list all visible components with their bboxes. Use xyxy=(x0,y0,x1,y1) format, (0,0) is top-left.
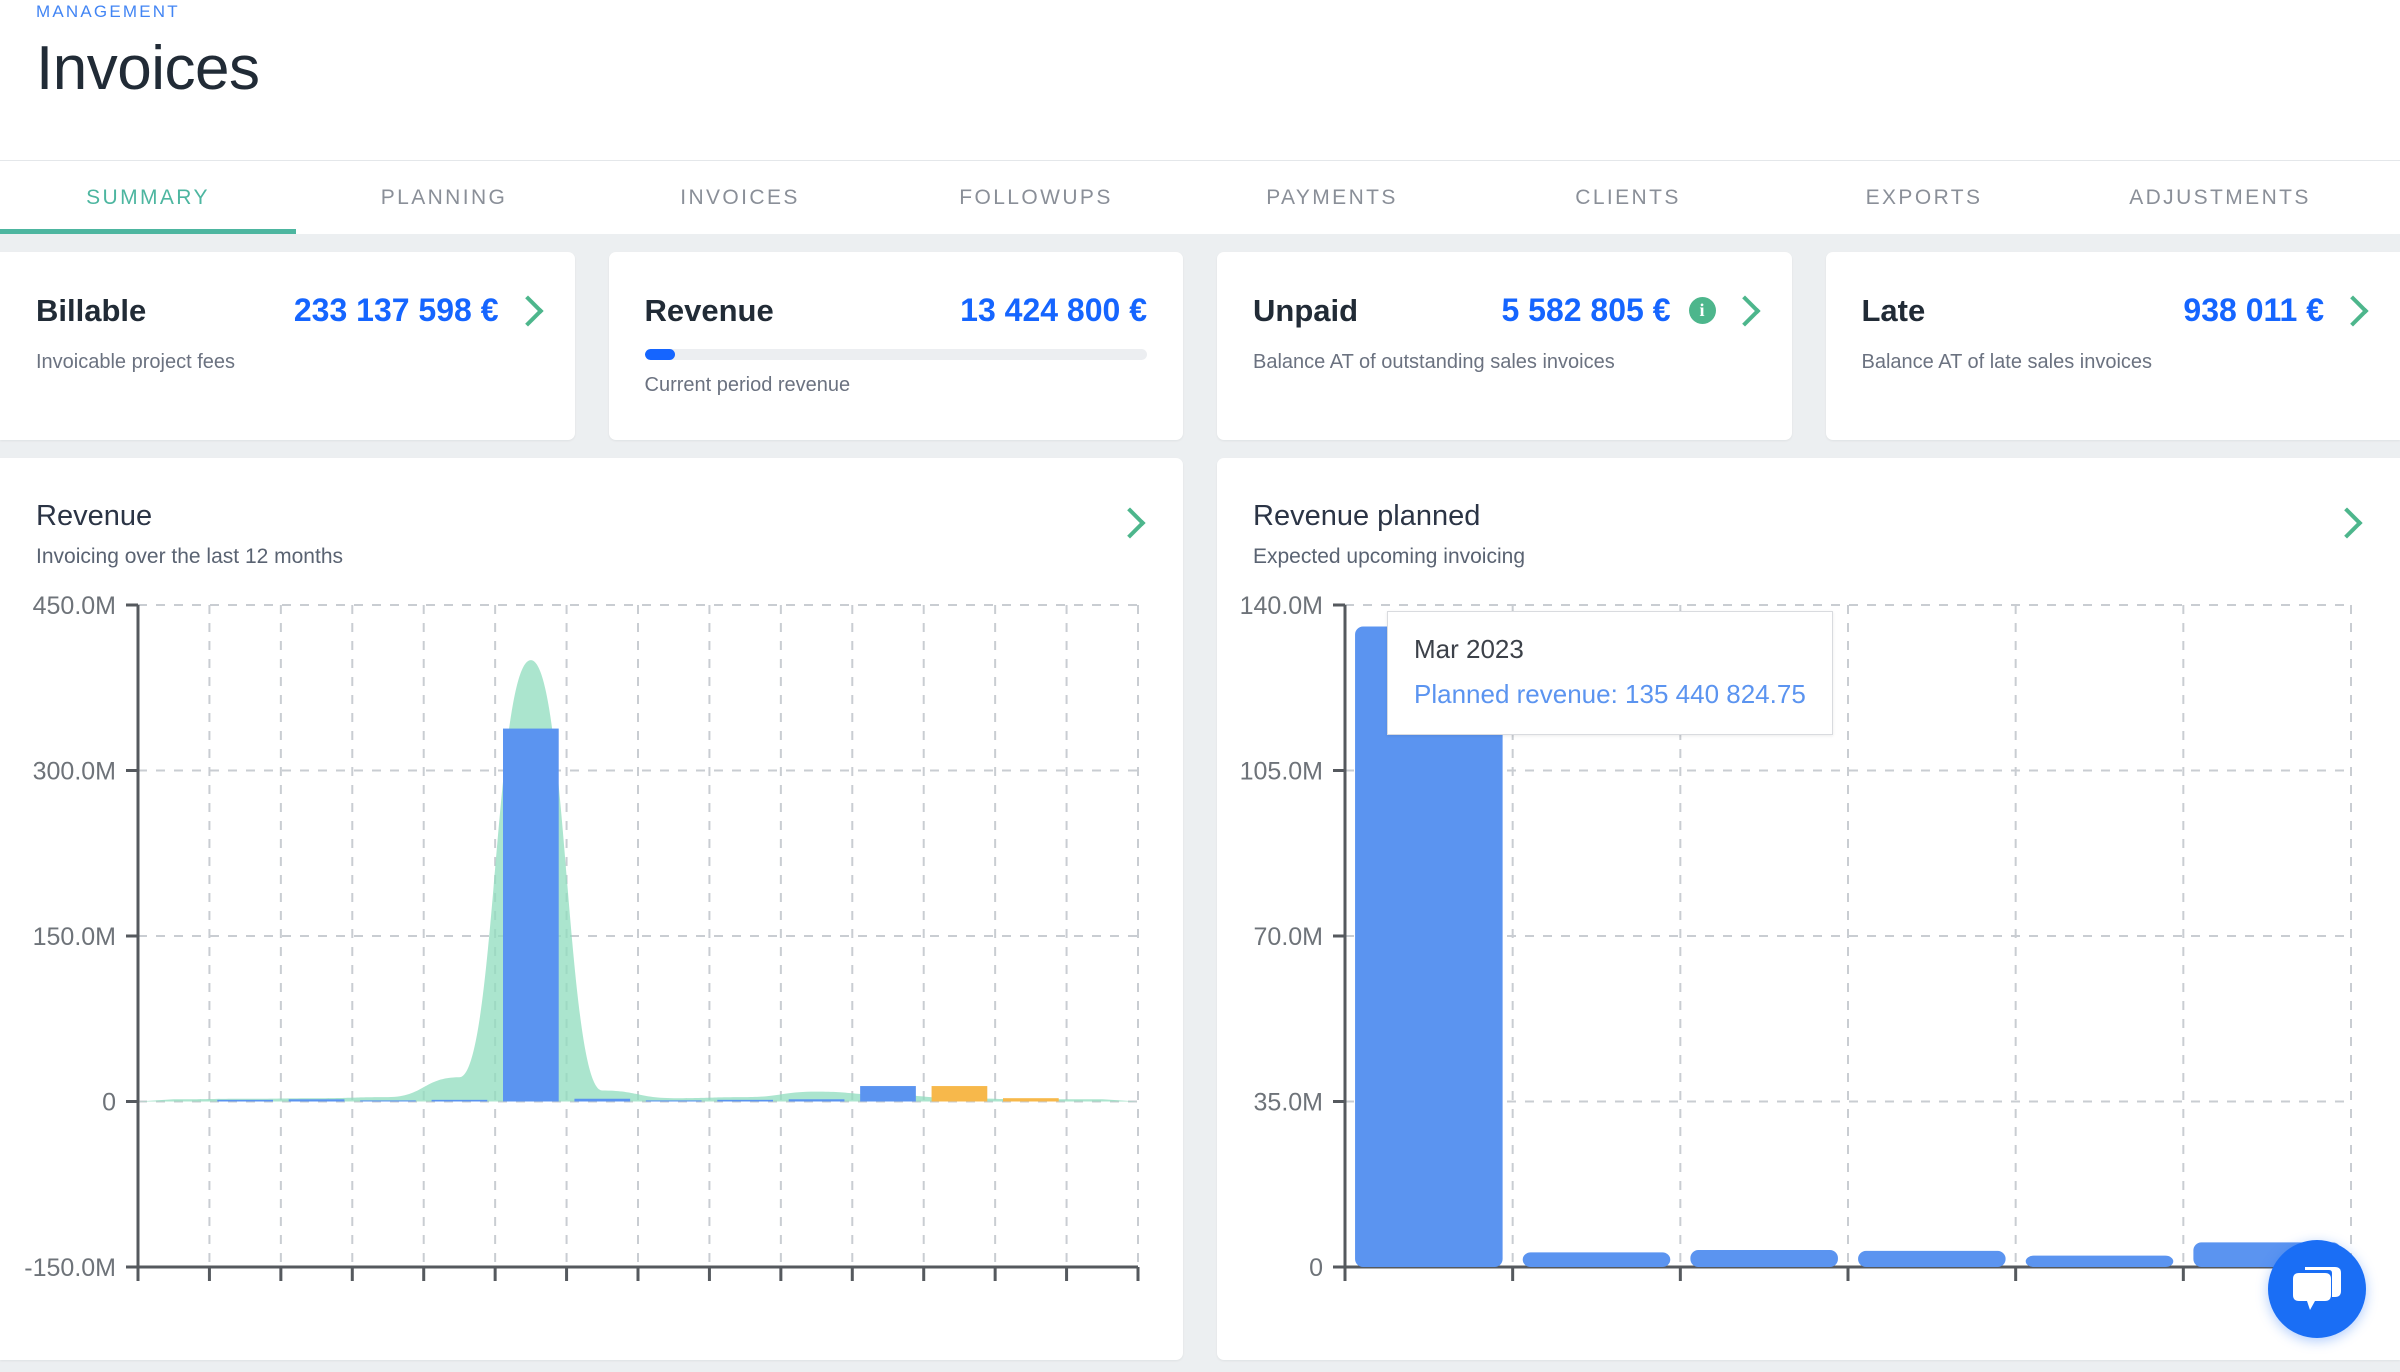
chat-bubbles-icon[interactable] xyxy=(2268,1240,2366,1338)
kpi-top-row: Revenue 13 424 800 € xyxy=(645,292,1148,329)
svg-text:105.0M: 105.0M xyxy=(1240,758,1323,786)
chevron-right-icon[interactable] xyxy=(1114,507,1146,539)
tab-label: FOLLOWUPS xyxy=(959,185,1113,209)
page-title: Invoices xyxy=(36,34,260,103)
chart-tooltip: Mar 2023 Planned revenue: 135 440 824.75 xyxy=(1387,611,1833,735)
revenue-planned-chart-card[interactable]: Revenue planned Expected upcoming invoic… xyxy=(1217,458,2400,1360)
chart-bar xyxy=(360,1100,416,1102)
tab-followups[interactable]: FOLLOWUPS xyxy=(888,161,1184,234)
kpi-label: Revenue xyxy=(644,292,774,328)
kpi-card-unpaid[interactable]: Unpaid 5 582 805 € i Balance AT of outst… xyxy=(1217,252,1792,440)
svg-text:0: 0 xyxy=(102,1089,116,1117)
chat-bubbles-glyph xyxy=(2293,1267,2341,1310)
chevron-right-icon[interactable] xyxy=(511,294,544,327)
tab-payments[interactable]: PAYMENTS xyxy=(1184,161,1480,234)
tab-label: EXPORTS xyxy=(1865,185,1983,209)
kpi-value-group: 938 011 € xyxy=(2183,292,2369,329)
panel-title: Revenue xyxy=(36,500,153,532)
chart-bar xyxy=(503,728,559,1102)
tab-label: PAYMENTS xyxy=(1266,185,1398,209)
revenue-plot[interactable]: 450.0M 300.0M 150.0M 0 -150.0M xyxy=(0,591,1160,1311)
chart-bar xyxy=(574,1098,631,1102)
chart-bar xyxy=(2025,1255,2174,1267)
tab-planning[interactable]: PLANNING xyxy=(296,161,592,234)
kpi-description: Invoicable project fees xyxy=(36,351,236,373)
tab-label: ADJUSTMENTS xyxy=(2129,185,2311,209)
kpi-description: Balance AT of outstanding sales invoices xyxy=(1253,351,1615,373)
charts-row: Revenue Invoicing over the last 12 month… xyxy=(0,458,2400,1360)
kpi-value: 5 582 805 € xyxy=(1501,292,1671,328)
chart-bar xyxy=(1858,1250,2006,1267)
chart-bar xyxy=(860,1086,916,1102)
svg-text:300.0M: 300.0M xyxy=(33,758,116,786)
kpi-top-row: Billable 233 137 598 € xyxy=(36,292,544,329)
kpi-card-revenue[interactable]: Revenue 13 424 800 € Current period reve… xyxy=(608,252,1183,440)
revenue-chart-card[interactable]: Revenue Invoicing over the last 12 month… xyxy=(0,458,1183,1360)
panel-title: Revenue planned xyxy=(1253,500,1481,532)
svg-text:150.0M: 150.0M xyxy=(33,923,116,951)
chart-bar xyxy=(1690,1249,1838,1267)
chevron-right-icon[interactable] xyxy=(2337,294,2369,327)
svg-text:-150.0M: -150.0M xyxy=(24,1254,116,1282)
revenue-progress-bar xyxy=(644,349,1147,360)
chevron-right-icon[interactable] xyxy=(2331,507,2363,539)
chart-bar xyxy=(288,1099,345,1102)
revenue-planned-chart-header: Revenue planned Expected upcoming invoic… xyxy=(1217,458,2400,569)
tab-exports[interactable]: EXPORTS xyxy=(1776,161,2072,234)
kpi-label: Unpaid xyxy=(1253,292,1359,328)
chart-bar xyxy=(717,1099,773,1102)
svg-text:140.0M: 140.0M xyxy=(1240,592,1323,620)
svg-text:35.0M: 35.0M xyxy=(1254,1089,1323,1117)
kpi-top-row: Unpaid 5 582 805 € i xyxy=(1253,292,1761,329)
tooltip-value: Planned revenue: 135 440 824.75 xyxy=(1414,679,1806,709)
tab-bar: SUMMARY PLANNING INVOICES FOLLOWUPS PAYM… xyxy=(0,160,2400,234)
kpi-description: Current period revenue xyxy=(644,374,851,396)
tab-label: SUMMARY xyxy=(86,185,210,209)
page-header: MANAGEMENT Invoices xyxy=(0,0,2400,160)
svg-text:0: 0 xyxy=(1309,1254,1323,1282)
kpi-value-group: 233 137 598 € xyxy=(293,292,544,329)
revenue-chart-titles: Revenue Invoicing over the last 12 month… xyxy=(36,500,343,569)
tooltip-title: Mar 2023 xyxy=(1414,634,1524,664)
revenue-planned-chart-titles: Revenue planned Expected upcoming invoic… xyxy=(1253,500,1525,569)
info-circle-icon[interactable]: i xyxy=(1688,297,1716,324)
chart-bar xyxy=(788,1099,845,1102)
kpi-value-group: 13 424 800 € xyxy=(960,292,1147,329)
breadcrumb[interactable]: MANAGEMENT xyxy=(36,0,2364,22)
kpi-top-row: Late 938 011 € xyxy=(1861,292,2369,329)
svg-text:450.0M: 450.0M xyxy=(33,592,116,620)
kpi-value: 13 424 800 € xyxy=(960,292,1147,328)
chart-bar xyxy=(931,1086,988,1102)
chart-bar xyxy=(1003,1098,1059,1102)
chevron-right-icon[interactable] xyxy=(1728,294,1761,327)
tab-label: PLANNING xyxy=(380,185,508,209)
revenue-plot-wrapper: 450.0M 300.0M 150.0M 0 -150.0M xyxy=(0,591,1183,1311)
tab-label: INVOICES xyxy=(680,185,800,209)
revenue-progress-fill xyxy=(644,349,675,360)
kpi-label: Billable xyxy=(36,292,147,328)
chart-bar xyxy=(1522,1252,1671,1267)
revenue-chart-header: Revenue Invoicing over the last 12 month… xyxy=(0,458,1183,569)
kpi-value-group: 5 582 805 € i xyxy=(1501,292,1761,329)
tab-adjustments[interactable]: ADJUSTMENTS xyxy=(2072,161,2368,234)
kpi-card-row: Billable 233 137 598 € Invoicable projec… xyxy=(0,234,2400,458)
svg-text:70.0M: 70.0M xyxy=(1254,923,1323,951)
kpi-value: 233 137 598 € xyxy=(293,292,499,328)
tab-summary[interactable]: SUMMARY xyxy=(0,161,296,234)
tab-invoices[interactable]: INVOICES xyxy=(592,161,888,234)
kpi-label: Late xyxy=(1861,292,1926,328)
chart-bar xyxy=(431,1099,488,1102)
kpi-description: Balance AT of late sales invoices xyxy=(1861,351,2153,373)
kpi-value: 938 011 € xyxy=(2183,292,2324,328)
chart-bar xyxy=(217,1099,273,1102)
tab-label: CLIENTS xyxy=(1575,185,1681,209)
kpi-card-late[interactable]: Late 938 011 € Balance AT of late sales … xyxy=(1825,252,2400,440)
revenue-planned-plot-wrapper: 140.0M 105.0M 70.0M 35.0M 0 Mar 2023 Planned… xyxy=(1217,591,2400,1311)
kpi-card-billable[interactable]: Billable 233 137 598 € Invoicable projec… xyxy=(0,252,575,440)
panel-subtitle: Expected upcoming invoicing xyxy=(1253,545,1525,568)
chart-bar xyxy=(645,1100,702,1102)
panel-subtitle: Invoicing over the last 12 months xyxy=(36,545,344,568)
tab-clients[interactable]: CLIENTS xyxy=(1480,161,1776,234)
